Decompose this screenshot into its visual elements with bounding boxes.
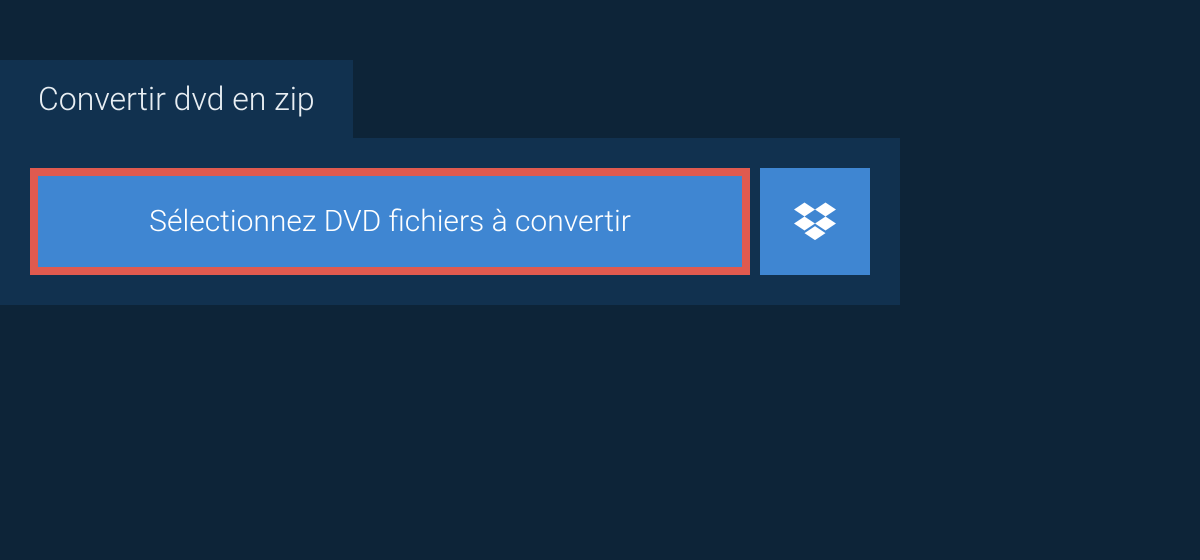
convert-panel: Sélectionnez DVD fichiers à convertir [0,138,900,305]
dropbox-button[interactable] [760,168,870,275]
dropbox-icon [794,199,836,245]
select-files-button[interactable]: Sélectionnez DVD fichiers à convertir [30,168,750,275]
select-files-label: Sélectionnez DVD fichiers à convertir [149,204,631,239]
tab-convert[interactable]: Convertir dvd en zip [0,60,353,138]
